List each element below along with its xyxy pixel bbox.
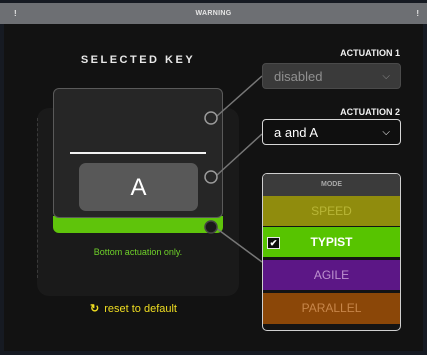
chevron-down-icon: ⌵ <box>382 71 390 82</box>
actuation1-value: disabled <box>274 69 323 84</box>
connector-mode <box>215 227 263 263</box>
checkmark-icon: ✔ <box>267 237 280 249</box>
mode-option-label: TYPIST <box>310 235 353 249</box>
actuation2-handle-icon <box>204 170 218 184</box>
actuation2-value: a and A <box>274 125 319 140</box>
mode-option-label: PARALLEL <box>301 301 362 315</box>
connector-actuation1 <box>216 75 263 117</box>
actuation2-label: ACTUATION 2 <box>340 107 400 117</box>
mode-option-label: AGILE <box>313 268 350 282</box>
actuation2-select[interactable]: a and A ⌵ <box>262 119 401 145</box>
actuation1-handle-icon <box>204 111 218 125</box>
mode-handle-icon <box>204 220 218 234</box>
actuation1-label: ACTUATION 1 <box>340 48 400 58</box>
mode-option-speed[interactable]: SPEED <box>263 196 400 227</box>
chevron-down-icon: ⌵ <box>382 127 390 138</box>
mode-title: MODE <box>263 174 400 196</box>
mode-option-agile[interactable]: AGILE <box>263 260 400 291</box>
mode-option-label: SPEED <box>311 204 352 218</box>
mode-selector: MODE SPEED ✔ TYPIST AGILE PARALLEL <box>262 173 401 331</box>
mode-option-typist[interactable]: ✔ TYPIST <box>263 227 400 258</box>
actuation1-select[interactable]: disabled ⌵ <box>262 63 401 89</box>
connector-actuation2 <box>216 133 263 176</box>
mode-option-parallel[interactable]: PARALLEL <box>263 293 400 324</box>
